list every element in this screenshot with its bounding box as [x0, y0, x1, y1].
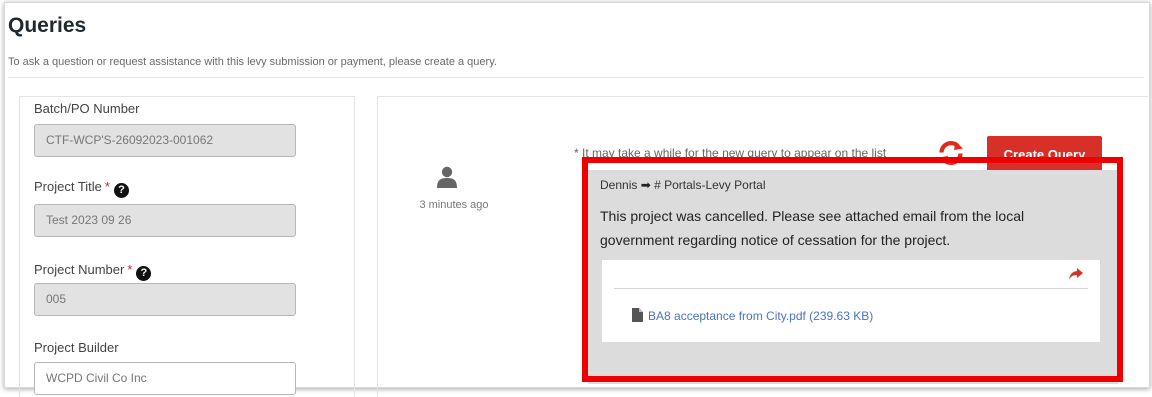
page-intro: To ask a question or request assistance … [8, 56, 497, 68]
message-channel[interactable]: # Portals-Levy Portal [654, 178, 765, 192]
project-builder-field[interactable]: WCPD Civil Co Inc [34, 362, 296, 395]
help-icon[interactable]: ? [136, 266, 152, 281]
project-title-label: Project Title *? [34, 179, 129, 198]
project-number-label: Project Number *? [34, 262, 152, 281]
user-icon [437, 166, 457, 188]
refresh-icon[interactable] [937, 139, 965, 167]
page-title: Queries [8, 14, 87, 37]
file-icon [632, 308, 643, 322]
share-icon[interactable] [1069, 268, 1083, 280]
header-divider [8, 77, 1144, 78]
batch-number-field[interactable]: CTF-WCP'S-26092023-001062 [34, 124, 296, 157]
message-header: Dennis ➡ # Portals-Levy Portal [600, 178, 766, 192]
required-asterisk: * [127, 262, 133, 277]
message-sender[interactable]: Dennis [600, 178, 637, 192]
arrow-right-icon: ➡ [640, 178, 651, 192]
project-number-field[interactable]: 005 [34, 283, 296, 316]
help-icon[interactable]: ? [113, 183, 129, 198]
batch-number-label: Batch/PO Number [34, 101, 140, 116]
attachment-box [602, 260, 1100, 342]
create-query-button[interactable]: Create Query [987, 136, 1102, 172]
message-body: This project was cancelled. Please see a… [600, 208, 1025, 248]
refresh-hint: * It may take a while for the new query … [574, 146, 887, 160]
required-asterisk: * [104, 179, 110, 194]
project-title-field[interactable]: Test 2023 09 26 [34, 204, 296, 237]
attachment-divider [614, 288, 1088, 289]
message-timestamp: 3 minutes ago [419, 199, 489, 211]
attachment-link[interactable]: BA8 acceptance from City.pdf (239.63 KB) [648, 309, 873, 323]
project-builder-label: Project Builder [34, 340, 119, 355]
